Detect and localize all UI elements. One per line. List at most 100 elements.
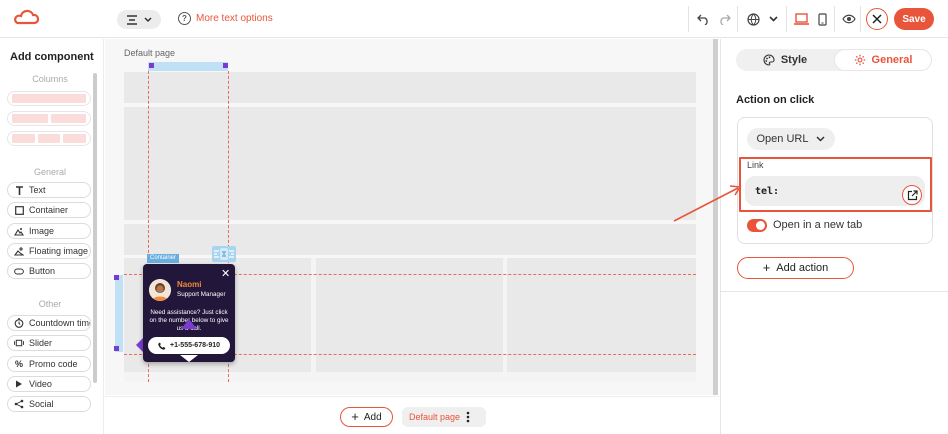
plus-icon: +: [351, 409, 359, 424]
timer-icon: [14, 318, 24, 328]
component-image[interactable]: Image: [7, 223, 91, 239]
tail-handle-top[interactable]: [181, 319, 197, 329]
column-layout-1[interactable]: [7, 91, 91, 106]
resize-handle[interactable]: [149, 63, 154, 68]
more-vertical-icon[interactable]: [466, 411, 470, 423]
tab-style[interactable]: Style: [736, 49, 834, 71]
open-new-tab-toggle[interactable]: [747, 219, 767, 232]
add-action-button[interactable]: + Add action: [737, 257, 854, 279]
divider: [834, 6, 835, 32]
canvas-row[interactable]: [124, 107, 696, 220]
component-label: Social: [29, 399, 54, 409]
support-widget[interactable]: ✕ Naomi Support Manager Need assistance?…: [143, 264, 235, 362]
container-icon: [14, 205, 24, 215]
floating-image-icon: [14, 246, 24, 256]
add-label: Add: [363, 411, 382, 423]
mobile-icon[interactable]: [813, 10, 831, 28]
page-tab[interactable]: Default page: [402, 407, 486, 427]
open-link-button[interactable]: [902, 185, 922, 205]
component-social[interactable]: Social: [7, 396, 91, 412]
close-editor-button[interactable]: [866, 8, 888, 30]
widget-close-icon[interactable]: ✕: [221, 267, 230, 280]
preview-eye-icon[interactable]: [840, 10, 858, 28]
canvas-row[interactable]: [124, 224, 696, 255]
phone-button[interactable]: +1-555-678-910: [148, 337, 230, 354]
component-label: Text: [29, 185, 46, 195]
component-label: Floating image: [29, 246, 89, 256]
component-label: Button: [29, 266, 56, 276]
resize-handle[interactable]: [223, 63, 228, 68]
external-link-icon: [907, 189, 918, 200]
general-section-label: General: [33, 167, 67, 177]
column-layout-2[interactable]: [7, 111, 91, 126]
share-icon: [14, 399, 24, 409]
alignment-tools[interactable]: [212, 246, 236, 262]
chevron-down-icon: [816, 136, 826, 142]
chevron-down-icon[interactable]: [764, 10, 782, 28]
open-new-tab-label: Open in a new tab: [773, 219, 863, 231]
action-on-click-title: Action on click: [736, 94, 815, 106]
text-align-dropdown[interactable]: [117, 10, 161, 29]
annotation-arrow: [673, 185, 742, 222]
more-text-options-label: More text options: [196, 13, 273, 24]
agent-role: Support Manager: [177, 291, 226, 298]
tab-general[interactable]: General: [834, 49, 932, 71]
globe-icon[interactable]: [744, 10, 762, 28]
avatar: [149, 279, 171, 301]
component-button[interactable]: Button: [7, 263, 91, 279]
widget-tail: [180, 355, 198, 362]
more-text-options-link[interactable]: ? More text options: [178, 12, 273, 25]
resize-handle[interactable]: [114, 346, 119, 351]
chevron-down-icon: [144, 16, 152, 22]
component-floating-image[interactable]: Floating image: [7, 243, 91, 259]
component-label: Promo code: [29, 359, 78, 369]
component-slider[interactable]: Slider: [7, 335, 91, 351]
other-section-label: Other: [38, 299, 62, 309]
link-input[interactable]: tel:: [745, 176, 925, 206]
undo-icon[interactable]: [694, 10, 712, 28]
close-icon: [872, 14, 882, 24]
component-container[interactable]: Container: [7, 202, 91, 218]
action-type-label: Open URL: [756, 133, 809, 145]
page-label: Default page: [124, 48, 176, 58]
component-countdown-timer[interactable]: Countdown timer: [7, 315, 91, 331]
component-label: Countdown timer: [29, 318, 91, 328]
sidebar-scrollbar[interactable]: [93, 73, 97, 383]
selection-handle-top[interactable]: [148, 62, 228, 71]
component-label: Slider: [29, 338, 53, 348]
desktop-icon[interactable]: [792, 10, 810, 28]
component-video[interactable]: Video: [7, 376, 91, 392]
selection-handle-left[interactable]: [115, 275, 123, 352]
sidebar-title: Add component: [10, 51, 94, 63]
divider: [721, 291, 948, 292]
slider-icon: [14, 338, 24, 348]
redo-icon[interactable]: [715, 10, 733, 28]
image-icon: [14, 226, 24, 236]
phone-icon: [158, 342, 166, 350]
play-icon: [14, 379, 24, 389]
percent-icon: %: [14, 359, 23, 369]
action-type-dropdown[interactable]: Open URL: [747, 128, 835, 150]
agent-name: Naomi: [177, 280, 202, 289]
save-button[interactable]: Save: [894, 8, 934, 30]
component-label: Video: [29, 379, 52, 389]
align-center-icon: [127, 14, 137, 25]
text-icon: [14, 185, 24, 195]
help-icon: ?: [178, 12, 191, 25]
component-promo-code[interactable]: % Promo code: [7, 356, 91, 372]
gear-icon: [854, 54, 865, 66]
link-label: Link: [747, 160, 764, 170]
column-layout-3[interactable]: [7, 131, 91, 146]
resize-handle[interactable]: [114, 275, 119, 280]
panel-tabs: Style General: [736, 49, 932, 71]
add-page-button[interactable]: + Add: [340, 407, 393, 427]
phone-number: +1-555-678-910: [169, 342, 220, 349]
component-text[interactable]: Text: [7, 182, 91, 198]
button-icon: [14, 266, 24, 276]
tab-style-label: Style: [780, 54, 808, 66]
tab-general-label: General: [871, 54, 913, 66]
canvas-row[interactable]: [124, 72, 696, 103]
logo-icon: [14, 9, 40, 25]
divider: [737, 6, 738, 32]
add-action-label: Add action: [776, 262, 829, 274]
